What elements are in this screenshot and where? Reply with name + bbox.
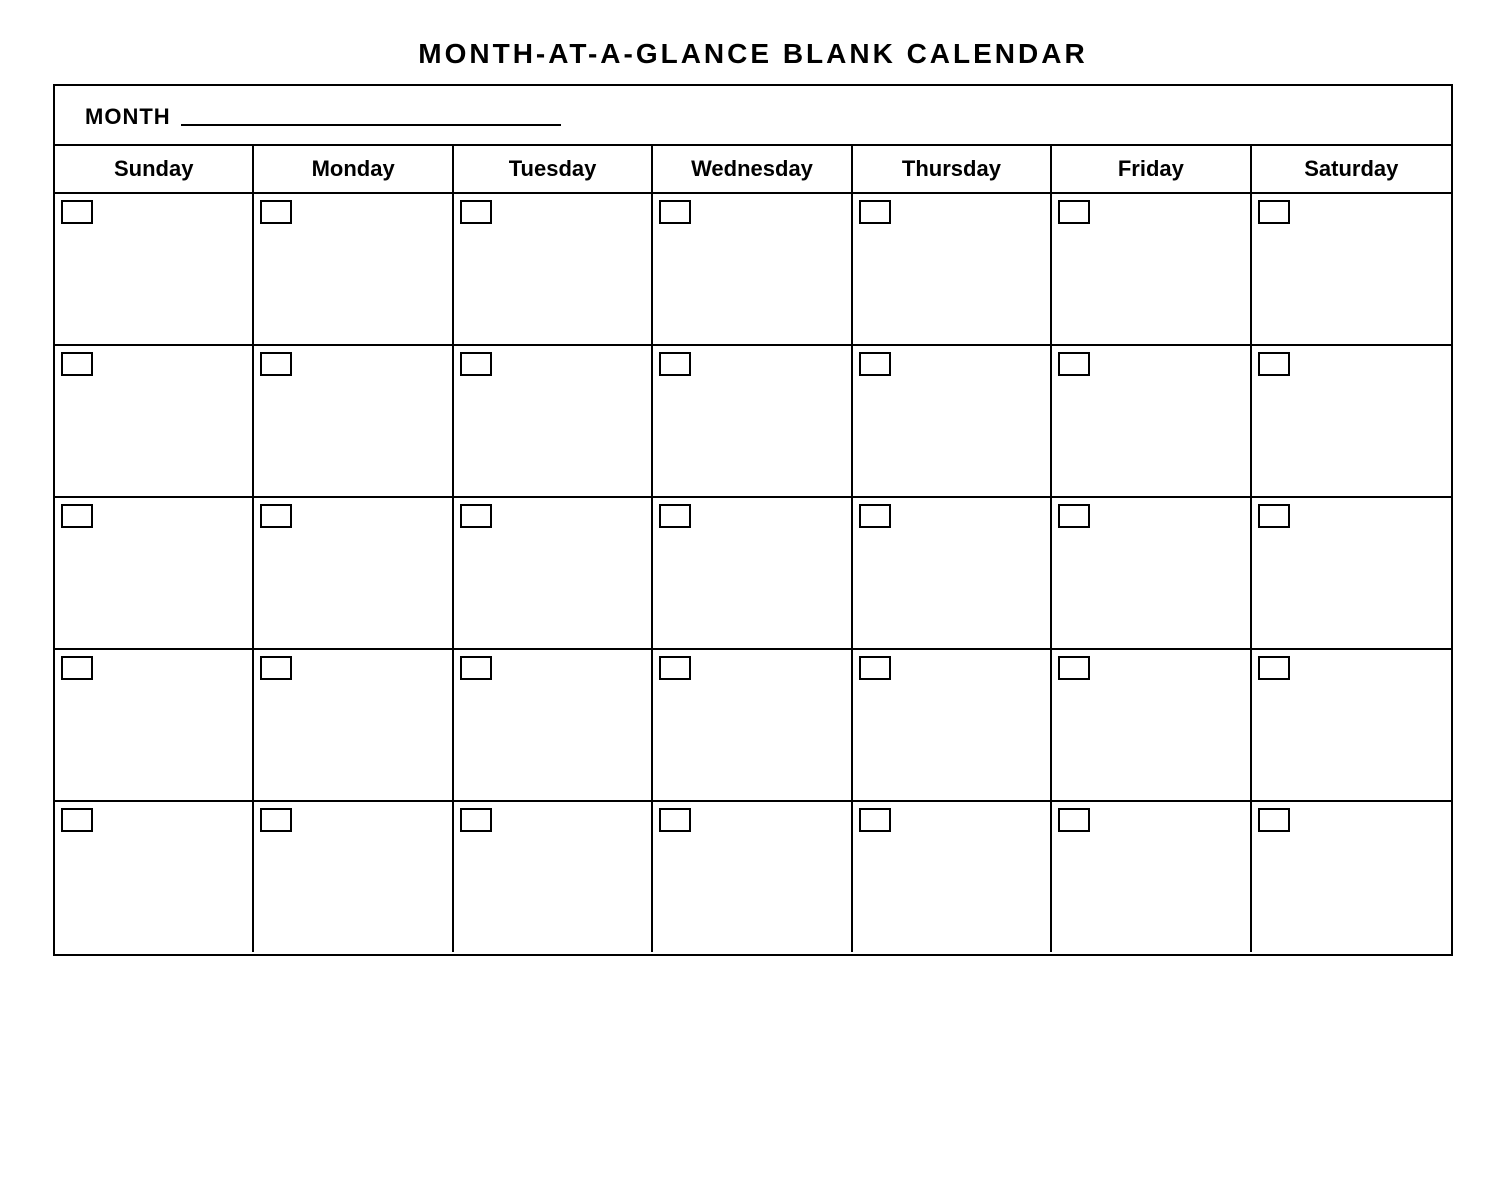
date-box [1258, 352, 1290, 376]
date-box [460, 656, 492, 680]
day-header-wednesday: Wednesday [653, 146, 852, 192]
calendar-week-2 [55, 346, 1451, 498]
date-box [659, 200, 691, 224]
cell-w3-fri[interactable] [1052, 498, 1251, 648]
date-box [61, 808, 93, 832]
calendar-week-5 [55, 802, 1451, 954]
cell-w5-sat[interactable] [1252, 802, 1451, 952]
calendar-week-3 [55, 498, 1451, 650]
cell-w1-fri[interactable] [1052, 194, 1251, 344]
cell-w3-sun[interactable] [55, 498, 254, 648]
date-box [1258, 504, 1290, 528]
cell-w5-wed[interactable] [653, 802, 852, 952]
calendar-week-4 [55, 650, 1451, 802]
cell-w4-fri[interactable] [1052, 650, 1251, 800]
cell-w4-mon[interactable] [254, 650, 453, 800]
date-box [1058, 352, 1090, 376]
date-box [659, 656, 691, 680]
date-box [460, 808, 492, 832]
date-box [61, 200, 93, 224]
date-box [260, 656, 292, 680]
cell-w5-mon[interactable] [254, 802, 453, 952]
day-header-thursday: Thursday [853, 146, 1052, 192]
date-box [659, 808, 691, 832]
cell-w2-mon[interactable] [254, 346, 453, 496]
cell-w5-tue[interactable] [454, 802, 653, 952]
date-box [1258, 200, 1290, 224]
cell-w3-mon[interactable] [254, 498, 453, 648]
cell-w2-fri[interactable] [1052, 346, 1251, 496]
date-box [859, 200, 891, 224]
cell-w4-wed[interactable] [653, 650, 852, 800]
month-label: MONTH [85, 104, 171, 130]
cell-w4-tue[interactable] [454, 650, 653, 800]
date-box [1058, 808, 1090, 832]
cell-w4-sat[interactable] [1252, 650, 1451, 800]
calendar-week-1 [55, 194, 1451, 346]
month-underline[interactable] [181, 108, 561, 126]
cell-w1-thu[interactable] [853, 194, 1052, 344]
cell-w3-wed[interactable] [653, 498, 852, 648]
cell-w3-tue[interactable] [454, 498, 653, 648]
date-box [460, 504, 492, 528]
page-title: MONTH-AT-A-GLANCE BLANK CALENDAR [53, 20, 1453, 84]
day-header-tuesday: Tuesday [454, 146, 653, 192]
day-header-friday: Friday [1052, 146, 1251, 192]
cell-w2-sun[interactable] [55, 346, 254, 496]
date-box [859, 504, 891, 528]
date-box [859, 808, 891, 832]
cell-w2-wed[interactable] [653, 346, 852, 496]
date-box [1058, 200, 1090, 224]
cell-w5-sun[interactable] [55, 802, 254, 952]
cell-w3-sat[interactable] [1252, 498, 1451, 648]
date-box [260, 808, 292, 832]
calendar-grid [55, 194, 1451, 954]
calendar-container: MONTH Sunday Monday Tuesday Wednesday Th… [53, 84, 1453, 956]
cell-w2-thu[interactable] [853, 346, 1052, 496]
date-box [61, 352, 93, 376]
days-header: Sunday Monday Tuesday Wednesday Thursday… [55, 146, 1451, 194]
date-box [260, 200, 292, 224]
cell-w2-sat[interactable] [1252, 346, 1451, 496]
date-box [1058, 504, 1090, 528]
date-box [659, 504, 691, 528]
day-header-saturday: Saturday [1252, 146, 1451, 192]
cell-w1-sun[interactable] [55, 194, 254, 344]
day-header-monday: Monday [254, 146, 453, 192]
cell-w5-thu[interactable] [853, 802, 1052, 952]
day-header-sunday: Sunday [55, 146, 254, 192]
cell-w3-thu[interactable] [853, 498, 1052, 648]
date-box [1258, 656, 1290, 680]
date-box [1258, 808, 1290, 832]
date-box [460, 352, 492, 376]
date-box [460, 200, 492, 224]
date-box [1058, 656, 1090, 680]
cell-w2-tue[interactable] [454, 346, 653, 496]
cell-w4-thu[interactable] [853, 650, 1052, 800]
cell-w1-wed[interactable] [653, 194, 852, 344]
cell-w5-fri[interactable] [1052, 802, 1251, 952]
date-box [859, 352, 891, 376]
cell-w4-sun[interactable] [55, 650, 254, 800]
calendar-page: MONTH-AT-A-GLANCE BLANK CALENDAR MONTH S… [53, 20, 1453, 956]
date-box [260, 352, 292, 376]
cell-w1-sat[interactable] [1252, 194, 1451, 344]
cell-w1-tue[interactable] [454, 194, 653, 344]
date-box [859, 656, 891, 680]
month-row: MONTH [55, 86, 1451, 146]
cell-w1-mon[interactable] [254, 194, 453, 344]
date-box [61, 656, 93, 680]
date-box [260, 504, 292, 528]
date-box [61, 504, 93, 528]
date-box [659, 352, 691, 376]
